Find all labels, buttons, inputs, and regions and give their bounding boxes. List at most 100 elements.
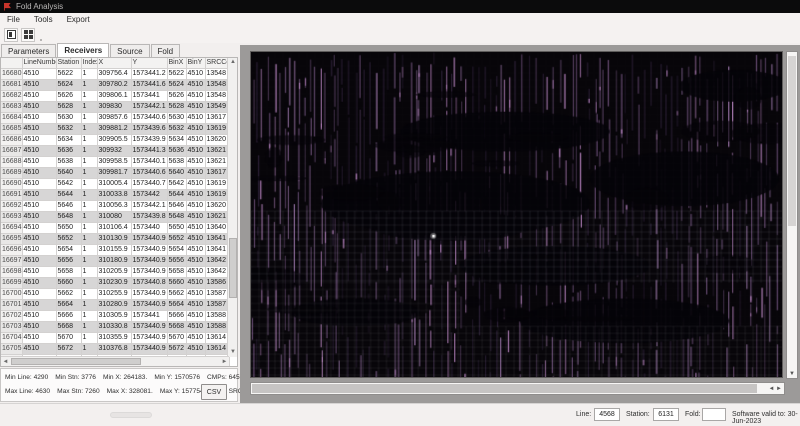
- cell: 4510: [22, 223, 56, 234]
- cell: 13617: [205, 113, 229, 124]
- map-vscroll-thumb[interactable]: [788, 56, 796, 226]
- cell: 5654: [167, 245, 186, 256]
- table-row[interactable]: 16692451056461310056.31573442.1564645101…: [1, 201, 229, 212]
- menu-tools[interactable]: Tools: [27, 13, 60, 26]
- station-label: Station:: [626, 411, 650, 418]
- table-row[interactable]: 16704451056701310355.91573440.9567045101…: [1, 333, 229, 344]
- table-row[interactable]: 16685451056321309881.21573439.6563245101…: [1, 124, 229, 135]
- cell: 1: [81, 267, 97, 278]
- cell: 1: [81, 201, 97, 212]
- cell: 4510: [186, 289, 205, 300]
- tab-receivers[interactable]: Receivers: [57, 43, 109, 57]
- table-row[interactable]: 166834510562813098301573442.156284510135…: [1, 102, 229, 113]
- cell: 1: [81, 102, 97, 113]
- single-view-button[interactable]: [4, 28, 18, 42]
- grid-view-button[interactable]: [21, 28, 35, 42]
- column-header-station[interactable]: Station: [56, 58, 81, 69]
- column-header-linenumber[interactable]: LineNumber: [22, 58, 56, 69]
- table-row[interactable]: 16705451056721310376.81573440.9567245101…: [1, 344, 229, 355]
- column-header-biny[interactable]: BinY: [186, 58, 205, 69]
- row-number: 16692: [1, 201, 22, 212]
- table-row[interactable]: 16698451056581310205.91573440.9565845101…: [1, 267, 229, 278]
- scroll-down-icon[interactable]: ▼: [228, 348, 238, 357]
- cell: 1573440.6: [131, 113, 167, 124]
- menu-file[interactable]: File: [0, 13, 27, 26]
- menu-export[interactable]: Export: [60, 13, 97, 26]
- cell: 309756.4: [97, 69, 131, 80]
- cell: 1: [81, 80, 97, 91]
- cell: 5624: [56, 80, 81, 91]
- cell: 13621: [205, 146, 229, 157]
- cell: 1: [81, 212, 97, 223]
- scroll-up-icon[interactable]: ▲: [228, 58, 238, 67]
- table-row[interactable]: 16682451056261309806.1157344156264510135…: [1, 91, 229, 102]
- cell: 1573442.1: [131, 201, 167, 212]
- cell: 1573440.1: [131, 157, 167, 168]
- table-row[interactable]: 16694451056501310106.4157344056504510136…: [1, 223, 229, 234]
- cell: 5630: [56, 113, 81, 124]
- station-input[interactable]: [653, 408, 679, 421]
- column-header-srccount[interactable]: SRCCount: [205, 58, 229, 69]
- scroll-left-icon[interactable]: ◄: [1, 357, 10, 367]
- table-row[interactable]: 16700451056621310255.91573440.9566245101…: [1, 289, 229, 300]
- map-vertical-scrollbar[interactable]: ▼: [786, 51, 798, 379]
- cell: 1573440.9: [131, 300, 167, 311]
- cell: 310305.9: [97, 311, 131, 322]
- scroll-right-icon[interactable]: ►: [220, 357, 229, 367]
- table-row[interactable]: 16695451056521310130.91573440.9565245101…: [1, 234, 229, 245]
- column-header-x[interactable]: X: [97, 58, 131, 69]
- row-number: 16702: [1, 311, 22, 322]
- table-row[interactable]: 16680451056221309756.41573441.2562245101…: [1, 69, 229, 80]
- table-row[interactable]: 16688451056381309958.51573440.1563845101…: [1, 157, 229, 168]
- cell: 5666: [167, 311, 186, 322]
- table-row[interactable]: 16689451056401309981.71573440.6564045101…: [1, 168, 229, 179]
- table-row[interactable]: 16703451056681310330.81573440.9566845101…: [1, 322, 229, 333]
- table-hscroll-thumb[interactable]: [11, 358, 141, 365]
- tab-parameters[interactable]: Parameters: [1, 44, 56, 57]
- cell: 310230.9: [97, 278, 131, 289]
- cell: 5650: [56, 223, 81, 234]
- table-row[interactable]: 16684451056301309857.61573440.6563045101…: [1, 113, 229, 124]
- map-hscroll-arrows-icon[interactable]: ◄ ►: [768, 383, 782, 395]
- cell: 1: [81, 223, 97, 234]
- table-row[interactable]: 166934510564813100801573439.856484510136…: [1, 212, 229, 223]
- cell: 4510: [22, 234, 56, 245]
- map-horizontal-scrollbar[interactable]: ◄ ►: [250, 382, 785, 395]
- cell: 4510: [22, 278, 56, 289]
- cell: 13641: [205, 245, 229, 256]
- cell: 1: [81, 157, 97, 168]
- column-header-binx[interactable]: BinX: [167, 58, 186, 69]
- column-header-y[interactable]: Y: [131, 58, 167, 69]
- table-vscroll-thumb[interactable]: [229, 238, 237, 298]
- tab-fold[interactable]: Fold: [151, 44, 181, 57]
- table-row[interactable]: 16701451056641310280.91573440.9566445101…: [1, 300, 229, 311]
- table-row[interactable]: 16686451056341309905.51573439.9563445101…: [1, 135, 229, 146]
- cell: 4510: [186, 190, 205, 201]
- table-row[interactable]: 16699451056601310230.91573440.8566045101…: [1, 278, 229, 289]
- table-row[interactable]: 16702451056661310305.9157344156664510135…: [1, 311, 229, 322]
- table-vertical-scrollbar[interactable]: ▲ ▼: [227, 58, 237, 357]
- table-row[interactable]: 16690451056421310005.41573440.7564245101…: [1, 179, 229, 190]
- fold-map-canvas[interactable]: [250, 51, 783, 378]
- tab-source[interactable]: Source: [110, 44, 149, 57]
- cell: 5642: [56, 179, 81, 190]
- table-row[interactable]: 16691451056441310033.8157344256444510136…: [1, 190, 229, 201]
- table-row[interactable]: 16696451056541310155.91573440.9565445101…: [1, 245, 229, 256]
- cell: 4510: [186, 168, 205, 179]
- table-row[interactable]: 166874510563613099321573441.356364510136…: [1, 146, 229, 157]
- cell: 310180.9: [97, 256, 131, 267]
- map-hscroll-thumb[interactable]: [252, 384, 757, 393]
- row-header-column[interactable]: [1, 58, 22, 69]
- table-horizontal-scrollbar[interactable]: ◄ ►: [1, 356, 229, 366]
- fold-input[interactable]: [702, 408, 726, 421]
- cell: 309958.5: [97, 157, 131, 168]
- cell: 5632: [56, 124, 81, 135]
- table-row[interactable]: 16681451056241309780.21573441.6562445101…: [1, 80, 229, 91]
- cell: 13588: [205, 311, 229, 322]
- column-header-index[interactable]: Index: [81, 58, 97, 69]
- map-vscroll-arrows-icon[interactable]: ▼: [787, 371, 797, 377]
- line-input[interactable]: [594, 408, 620, 421]
- csv-export-button[interactable]: CSV: [201, 384, 227, 400]
- stats-row-max: Max Line: 4630Max Stn: 7260Max X: 328081…: [5, 388, 197, 395]
- table-row[interactable]: 16697451056561310180.91573440.9565645101…: [1, 256, 229, 267]
